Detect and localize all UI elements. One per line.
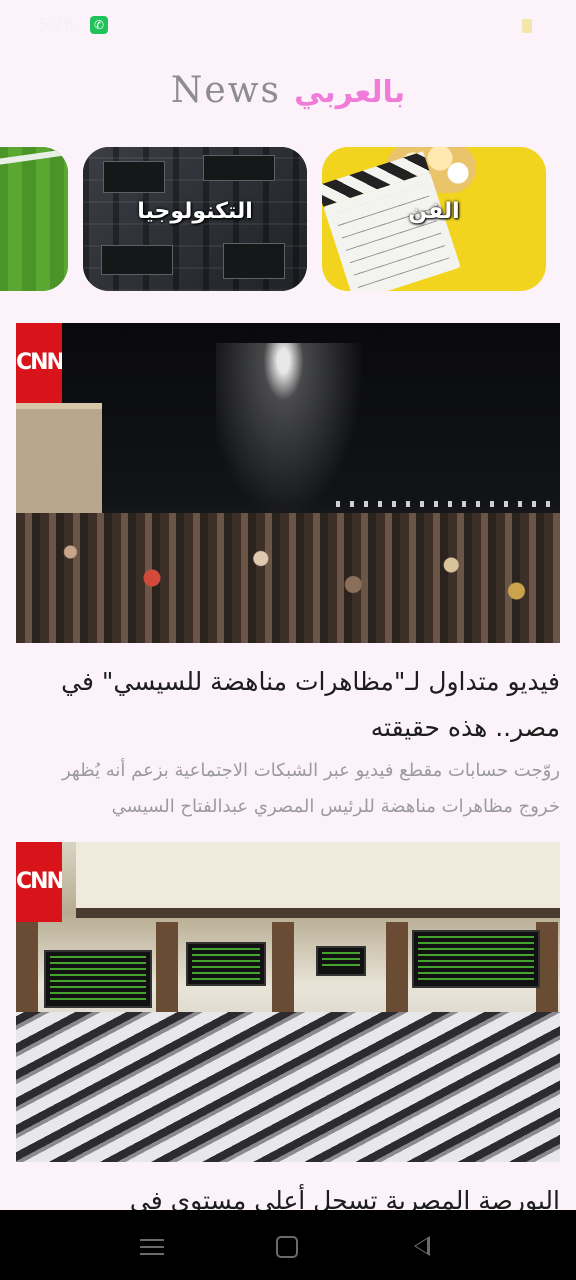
category-label: الفن xyxy=(408,199,460,224)
whatsapp-icon: ✆ xyxy=(90,16,108,34)
grass-field-image xyxy=(0,147,68,291)
cnn-logo: CNN xyxy=(16,323,62,403)
news-card[interactable]: CNN فيديو متداول لـ"مظاهرات مناهضة للسيس… xyxy=(16,323,560,825)
shore-lights xyxy=(336,501,556,507)
app-header: News بالعربي xyxy=(0,70,576,111)
category-carousel[interactable]: الفن التكنولوجيا xyxy=(0,147,576,291)
back-icon[interactable] xyxy=(414,1236,430,1256)
home-icon[interactable] xyxy=(276,1236,298,1258)
category-art[interactable]: الفن xyxy=(322,147,546,291)
trading-desks xyxy=(16,1012,560,1162)
dome-ceiling xyxy=(76,842,560,918)
news-image[interactable]: CNN xyxy=(16,323,560,643)
status-icons xyxy=(522,15,538,34)
app-title-english: News xyxy=(170,70,281,111)
news-image[interactable]: CNN xyxy=(16,842,560,1162)
ticker-screen xyxy=(316,946,366,976)
news-summary: روّجت حسابات مقطع فيديو عبر الشبكات الاج… xyxy=(62,760,560,817)
news-card[interactable]: CNN البورصة المصرية تسجل أعلى مستوى في xyxy=(16,842,560,1224)
ticker-screen xyxy=(44,950,152,1008)
menu-icon[interactable] xyxy=(140,1234,164,1258)
cnn-logo: CNN xyxy=(16,842,62,922)
status-bar: 5:26 ✆ xyxy=(0,0,576,50)
system-nav-bar xyxy=(0,1210,576,1280)
streetlight-glow xyxy=(216,343,366,523)
category-label: التكنولوجيا xyxy=(137,199,253,224)
battery-icon xyxy=(522,18,532,33)
ticker-screen xyxy=(186,942,266,986)
news-headline[interactable]: فيديو متداول لـ"مظاهرات مناهضة للسيسي" ف… xyxy=(16,659,560,751)
app-title-arabic: بالعربي xyxy=(294,75,406,110)
category-sports[interactable] xyxy=(0,147,68,291)
category-technology[interactable]: التكنولوجيا xyxy=(83,147,307,291)
status-time: 5:26 xyxy=(38,15,74,34)
ticker-screen xyxy=(412,930,540,988)
crowd-image xyxy=(16,513,560,643)
